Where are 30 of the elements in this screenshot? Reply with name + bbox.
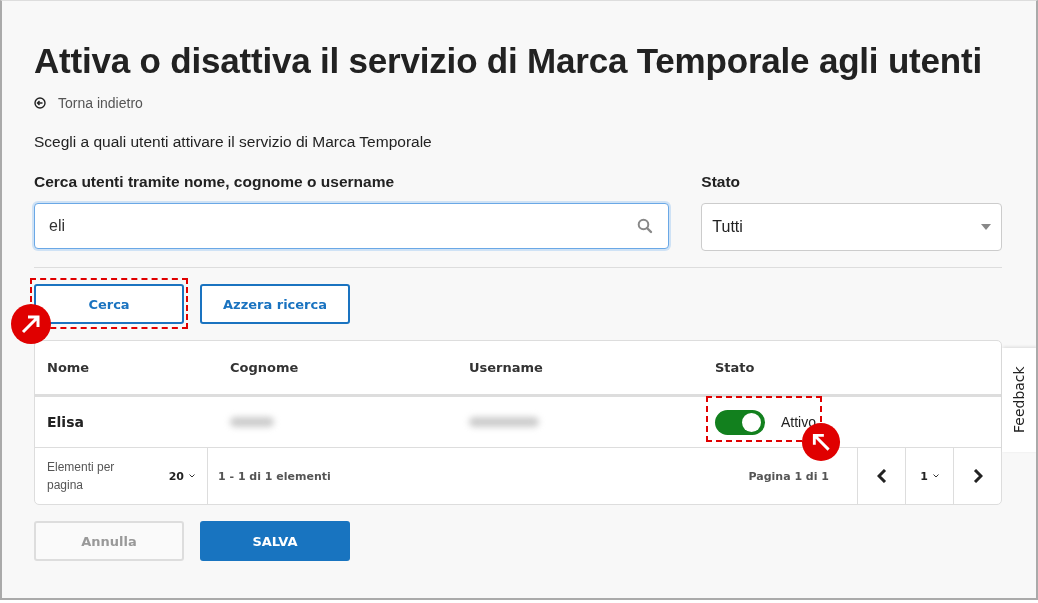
back-link[interactable]: Torna indietro: [34, 95, 143, 111]
search-label: Cerca utenti tramite nome, cognome o username: [34, 173, 395, 191]
search-icon: [637, 218, 654, 234]
status-toggle[interactable]: [715, 409, 765, 435]
chevron-right-icon: [972, 469, 983, 483]
column-header: Cognome: [230, 360, 299, 375]
status-label: Stato: [701, 173, 741, 191]
per-page-label: Elementi per pagina: [47, 459, 116, 494]
caret-icon: [981, 224, 991, 230]
search-field[interactable]: eli: [34, 203, 670, 249]
chevron-down-icon: [189, 474, 195, 478]
column-header: Username: [469, 360, 543, 375]
status-dropdown[interactable]: Tutti: [701, 203, 1002, 251]
search-button[interactable]: Cerca: [34, 284, 184, 324]
range-text: 1 - 1 di 1 elementi: [218, 469, 332, 483]
page-info: Pagina 1 di 1: [748, 469, 829, 483]
feedback-tab[interactable]: Feedback: [1002, 348, 1036, 452]
table-cell: Elisa: [47, 414, 84, 430]
chevron-down-icon: [932, 474, 939, 478]
page-dropdown[interactable]: 1: [905, 448, 953, 504]
page-title: Attiva o disattiva il servizio di Marca Temporale agli utenti: [34, 40, 982, 82]
intro-text: Scegli a quali utenti attivare il servizio di Marca Temporale: [34, 133, 432, 151]
column-header: Stato: [715, 360, 755, 375]
save-button[interactable]: SALVA: [200, 521, 350, 561]
chevron-left-icon: [876, 469, 887, 483]
reset-search-button[interactable]: Azzera ricerca: [200, 284, 350, 324]
status-text: Attivo: [781, 414, 816, 430]
column-header: Nome: [47, 360, 90, 375]
back-arrow-icon: [34, 97, 46, 109]
per-page-dropdown[interactable]: 20: [168, 469, 195, 483]
